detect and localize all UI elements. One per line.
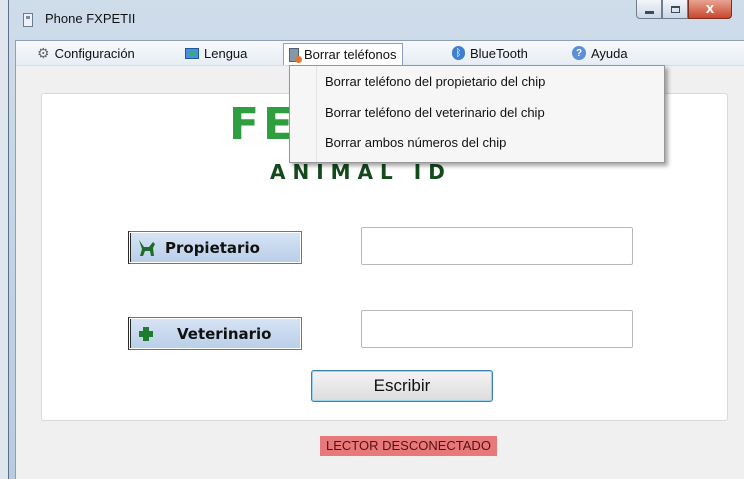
logo-subtitle: ANIMAL ID bbox=[270, 160, 452, 184]
menu-item-borrar-veterinario[interactable]: Borrar teléfono del veterinario del chip bbox=[325, 102, 545, 124]
vet-phone-field[interactable] bbox=[361, 310, 633, 348]
menu-lengua[interactable]: Lengua bbox=[180, 43, 252, 63]
caption-buttons: X bbox=[636, 0, 732, 20]
menu-label: Borrar teléfonos bbox=[304, 47, 397, 62]
gear-icon: ⚙ bbox=[37, 44, 50, 61]
bluetooth-icon: ᛒ bbox=[452, 46, 465, 60]
minimize-button[interactable] bbox=[636, 0, 662, 19]
owner-button-label: Propietario bbox=[165, 238, 260, 257]
write-button[interactable]: Escribir bbox=[311, 370, 493, 402]
medical-cross-icon bbox=[139, 326, 153, 341]
maximize-icon bbox=[670, 5, 680, 13]
close-button[interactable]: X bbox=[688, 0, 732, 19]
menu-borrar-telefonos[interactable]: Borrar teléfonos bbox=[283, 43, 403, 65]
menu-ayuda[interactable]: ? Ayuda bbox=[567, 43, 633, 63]
vet-button-label: Veterinario bbox=[177, 324, 272, 343]
logo: FE bbox=[229, 99, 298, 150]
menu-bar: ⚙ Configuración Lengua Borrar teléfonos … bbox=[16, 41, 744, 66]
app-window: Phone FXPETII X ⚙ Configuración Lengua B… bbox=[8, 0, 744, 479]
borrar-telefonos-dropdown: Borrar teléfono del propietario del chip… bbox=[289, 65, 665, 163]
vet-button[interactable]: Veterinario bbox=[128, 317, 302, 350]
maximize-button[interactable] bbox=[662, 0, 688, 19]
language-icon bbox=[185, 47, 199, 59]
menu-item-borrar-propietario[interactable]: Borrar teléfono del propietario del chip bbox=[325, 71, 545, 93]
menu-configuracion[interactable]: ⚙ Configuración bbox=[32, 43, 140, 63]
menu-bluetooth[interactable]: ᛒ BlueTooth bbox=[447, 43, 533, 63]
menu-label: Configuración bbox=[54, 45, 135, 61]
menu-label: Ayuda bbox=[591, 45, 628, 61]
menu-item-borrar-ambos[interactable]: Borrar ambos números del chip bbox=[325, 132, 506, 154]
window-title: Phone FXPETII bbox=[45, 11, 136, 26]
dog-icon bbox=[137, 238, 159, 258]
client-area: ⚙ Configuración Lengua Borrar teléfonos … bbox=[15, 40, 744, 479]
title-bar: Phone FXPETII X bbox=[9, 0, 744, 40]
phone-delete-icon bbox=[289, 47, 302, 63]
app-icon bbox=[23, 13, 33, 27]
help-icon: ? bbox=[572, 46, 586, 60]
owner-phone-field[interactable] bbox=[361, 227, 633, 265]
menu-label: Lengua bbox=[204, 45, 248, 61]
status-label: LECTOR DESCONECTADO bbox=[320, 436, 497, 456]
owner-button[interactable]: Propietario bbox=[128, 231, 302, 264]
close-icon: X bbox=[705, 2, 715, 16]
minimize-icon bbox=[644, 10, 654, 14]
menu-label: BlueTooth bbox=[470, 45, 528, 61]
